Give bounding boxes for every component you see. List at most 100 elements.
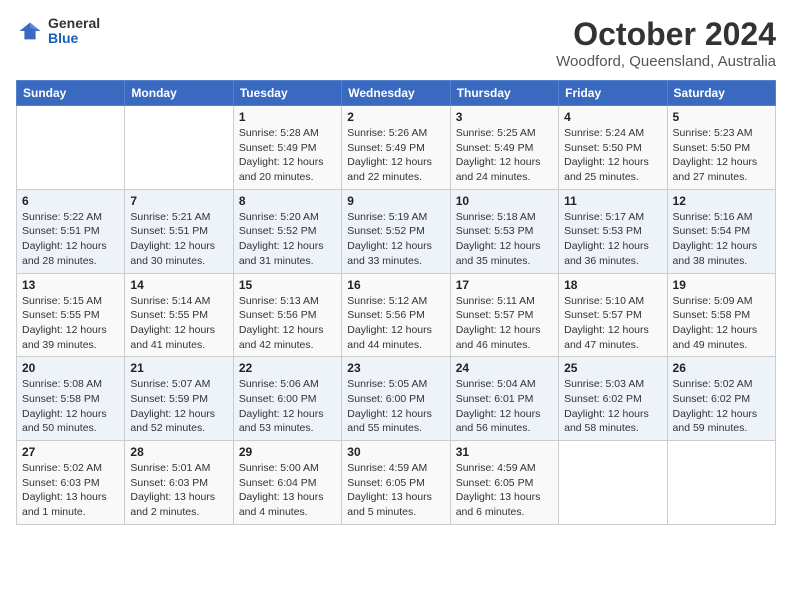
calendar-cell: 9 Sunrise: 5:19 AMSunset: 5:52 PMDaylight…: [342, 189, 450, 273]
day-number: 3: [456, 110, 553, 124]
day-number: 1: [239, 110, 336, 124]
day-number: 7: [130, 194, 227, 208]
day-number: 27: [22, 445, 119, 459]
day-detail: Sunrise: 5:16 AMSunset: 5:54 PMDaylight:…: [673, 210, 770, 269]
day-number: 4: [564, 110, 661, 124]
day-number: 20: [22, 361, 119, 375]
day-number: 8: [239, 194, 336, 208]
header-day-wednesday: Wednesday: [342, 81, 450, 106]
calendar-body: 1 Sunrise: 5:28 AMSunset: 5:49 PMDaylight…: [17, 106, 776, 525]
day-detail: Sunrise: 5:14 AMSunset: 5:55 PMDaylight:…: [130, 294, 227, 353]
day-detail: Sunrise: 5:02 AMSunset: 6:03 PMDaylight:…: [22, 461, 119, 520]
calendar-cell: 16 Sunrise: 5:12 AMSunset: 5:56 PMDayligh…: [342, 273, 450, 357]
calendar-cell: 29 Sunrise: 5:00 AMSunset: 6:04 PMDayligh…: [233, 441, 341, 525]
calendar-cell: 20 Sunrise: 5:08 AMSunset: 5:58 PMDayligh…: [17, 357, 125, 441]
day-number: 16: [347, 278, 444, 292]
day-detail: Sunrise: 5:26 AMSunset: 5:49 PMDaylight:…: [347, 126, 444, 185]
calendar-cell: 25 Sunrise: 5:03 AMSunset: 6:02 PMDayligh…: [559, 357, 667, 441]
day-detail: Sunrise: 5:01 AMSunset: 6:03 PMDaylight:…: [130, 461, 227, 520]
day-detail: Sunrise: 5:10 AMSunset: 5:57 PMDaylight:…: [564, 294, 661, 353]
calendar-cell: 23Sunrise: 5:05 AMSunset: 6:00 PMDayligh…: [342, 357, 450, 441]
day-detail: Sunrise: 4:59 AMSunset: 6:05 PMDaylight:…: [456, 461, 553, 520]
calendar-week-4: 20 Sunrise: 5:08 AMSunset: 5:58 PMDayligh…: [17, 357, 776, 441]
day-detail: Sunrise: 5:09 AMSunset: 5:58 PMDaylight:…: [673, 294, 770, 353]
page-header: General Blue October 2024 Woodford, Quee…: [16, 16, 776, 70]
calendar-cell: 30 Sunrise: 4:59 AMSunset: 6:05 PMDayligh…: [342, 441, 450, 525]
day-number: 31: [456, 445, 553, 459]
day-number: 30: [347, 445, 444, 459]
header-day-monday: Monday: [125, 81, 233, 106]
day-detail: Sunrise: 5:23 AMSunset: 5:50 PMDaylight:…: [673, 126, 770, 185]
header-day-friday: Friday: [559, 81, 667, 106]
header-day-thursday: Thursday: [450, 81, 558, 106]
calendar-cell: [559, 441, 667, 525]
calendar-cell: 17 Sunrise: 5:11 AMSunset: 5:57 PMDayligh…: [450, 273, 558, 357]
calendar-cell: 26 Sunrise: 5:02 AMSunset: 6:02 PMDayligh…: [667, 357, 775, 441]
day-number: 21: [130, 361, 227, 375]
header-day-saturday: Saturday: [667, 81, 775, 106]
calendar-cell: 28 Sunrise: 5:01 AMSunset: 6:03 PMDayligh…: [125, 441, 233, 525]
logo-text: General Blue: [48, 16, 100, 47]
calendar-week-3: 13Sunrise: 5:15 AMSunset: 5:55 PMDayligh…: [17, 273, 776, 357]
calendar-cell: [125, 106, 233, 190]
day-detail: Sunrise: 5:07 AMSunset: 5:59 PMDaylight:…: [130, 377, 227, 436]
calendar-table: SundayMondayTuesdayWednesdayThursdayFrid…: [16, 80, 776, 525]
day-detail: Sunrise: 5:13 AMSunset: 5:56 PMDaylight:…: [239, 294, 336, 353]
calendar-cell: 14 Sunrise: 5:14 AMSunset: 5:55 PMDayligh…: [125, 273, 233, 357]
day-number: 11: [564, 194, 661, 208]
calendar-week-2: 6Sunrise: 5:22 AMSunset: 5:51 PMDaylight…: [17, 189, 776, 273]
calendar-week-1: 1 Sunrise: 5:28 AMSunset: 5:49 PMDaylight…: [17, 106, 776, 190]
day-number: 9: [347, 194, 444, 208]
day-number: 25: [564, 361, 661, 375]
day-detail: Sunrise: 5:05 AMSunset: 6:00 PMDaylight:…: [347, 377, 444, 436]
page-title: October 2024: [556, 16, 776, 53]
calendar-cell: 15 Sunrise: 5:13 AMSunset: 5:56 PMDayligh…: [233, 273, 341, 357]
day-detail: Sunrise: 5:04 AMSunset: 6:01 PMDaylight:…: [456, 377, 553, 436]
day-detail: Sunrise: 5:19 AMSunset: 5:52 PMDaylight:…: [347, 210, 444, 269]
day-detail: Sunrise: 5:08 AMSunset: 5:58 PMDaylight:…: [22, 377, 119, 436]
day-detail: Sunrise: 5:15 AMSunset: 5:55 PMDaylight:…: [22, 294, 119, 353]
calendar-cell: 2 Sunrise: 5:26 AMSunset: 5:49 PMDaylight…: [342, 106, 450, 190]
day-number: 26: [673, 361, 770, 375]
calendar-cell: [667, 441, 775, 525]
day-detail: Sunrise: 5:12 AMSunset: 5:56 PMDaylight:…: [347, 294, 444, 353]
day-detail: Sunrise: 5:03 AMSunset: 6:02 PMDaylight:…: [564, 377, 661, 436]
calendar-cell: 5 Sunrise: 5:23 AMSunset: 5:50 PMDaylight…: [667, 106, 775, 190]
day-number: 14: [130, 278, 227, 292]
calendar-cell: 3Sunrise: 5:25 AMSunset: 5:49 PMDaylight…: [450, 106, 558, 190]
day-number: 5: [673, 110, 770, 124]
day-number: 18: [564, 278, 661, 292]
day-detail: Sunrise: 5:17 AMSunset: 5:53 PMDaylight:…: [564, 210, 661, 269]
day-number: 17: [456, 278, 553, 292]
calendar-cell: 21 Sunrise: 5:07 AMSunset: 5:59 PMDayligh…: [125, 357, 233, 441]
logo-blue: Blue: [48, 31, 100, 46]
day-detail: Sunrise: 5:02 AMSunset: 6:02 PMDaylight:…: [673, 377, 770, 436]
day-detail: Sunrise: 5:11 AMSunset: 5:57 PMDaylight:…: [456, 294, 553, 353]
calendar-cell: 1 Sunrise: 5:28 AMSunset: 5:49 PMDaylight…: [233, 106, 341, 190]
day-detail: Sunrise: 5:18 AMSunset: 5:53 PMDaylight:…: [456, 210, 553, 269]
day-detail: Sunrise: 5:06 AMSunset: 6:00 PMDaylight:…: [239, 377, 336, 436]
calendar-cell: 8Sunrise: 5:20 AMSunset: 5:52 PMDaylight…: [233, 189, 341, 273]
day-number: 12: [673, 194, 770, 208]
calendar-cell: 13Sunrise: 5:15 AMSunset: 5:55 PMDayligh…: [17, 273, 125, 357]
calendar-cell: 18 Sunrise: 5:10 AMSunset: 5:57 PMDayligh…: [559, 273, 667, 357]
calendar-cell: 31 Sunrise: 4:59 AMSunset: 6:05 PMDayligh…: [450, 441, 558, 525]
page-subtitle: Woodford, Queensland, Australia: [556, 53, 776, 70]
calendar-cell: 11 Sunrise: 5:17 AMSunset: 5:53 PMDayligh…: [559, 189, 667, 273]
day-detail: Sunrise: 5:28 AMSunset: 5:49 PMDaylight:…: [239, 126, 336, 185]
logo-bird-icon: [16, 17, 44, 45]
day-number: 28: [130, 445, 227, 459]
calendar-cell: 10Sunrise: 5:18 AMSunset: 5:53 PMDayligh…: [450, 189, 558, 273]
day-number: 19: [673, 278, 770, 292]
calendar-cell: 19 Sunrise: 5:09 AMSunset: 5:58 PMDayligh…: [667, 273, 775, 357]
day-detail: Sunrise: 4:59 AMSunset: 6:05 PMDaylight:…: [347, 461, 444, 520]
calendar-header: SundayMondayTuesdayWednesdayThursdayFrid…: [17, 81, 776, 106]
header-day-tuesday: Tuesday: [233, 81, 341, 106]
day-number: 22: [239, 361, 336, 375]
day-number: 2: [347, 110, 444, 124]
day-number: 29: [239, 445, 336, 459]
logo-general: General: [48, 16, 100, 31]
day-detail: Sunrise: 5:00 AMSunset: 6:04 PMDaylight:…: [239, 461, 336, 520]
day-detail: Sunrise: 5:21 AMSunset: 5:51 PMDaylight:…: [130, 210, 227, 269]
day-number: 15: [239, 278, 336, 292]
